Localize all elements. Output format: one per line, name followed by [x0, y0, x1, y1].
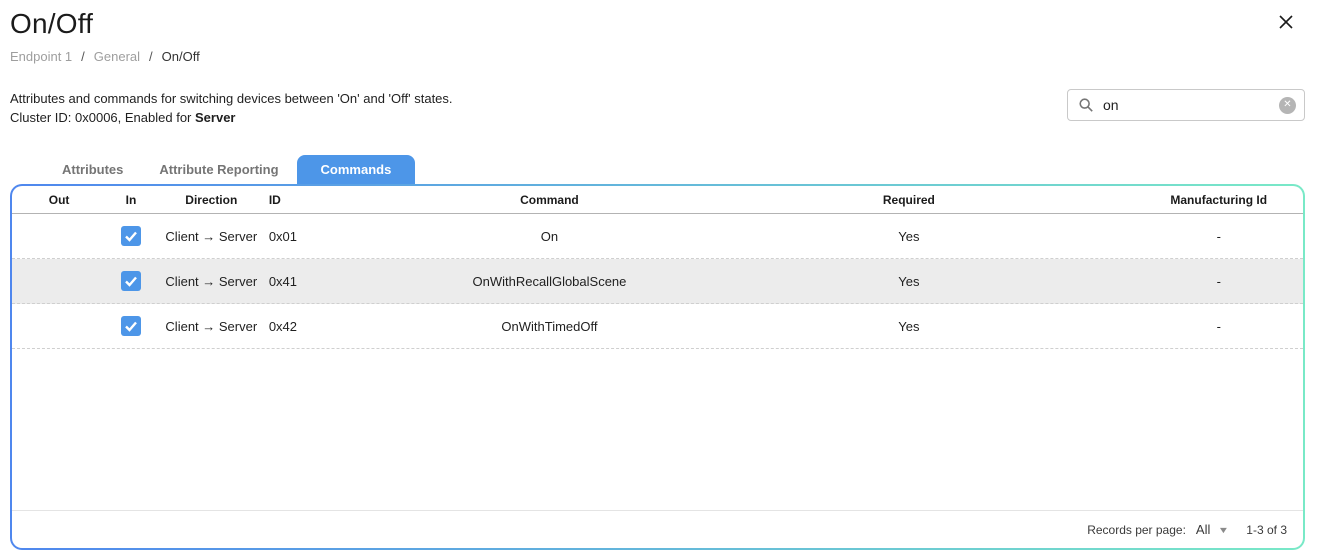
out-cell: [12, 259, 106, 303]
search-icon: [1078, 97, 1094, 113]
required-cell: Yes: [683, 214, 1134, 258]
table-body: Client → Server 0x01 On Yes - Client → S…: [12, 214, 1303, 349]
records-per-page-value: All: [1196, 522, 1210, 537]
breadcrumb-general[interactable]: General: [94, 49, 140, 64]
tab-attributes[interactable]: Attributes: [44, 155, 141, 184]
command-name-cell: OnWithTimedOff: [416, 304, 684, 348]
tab-commands[interactable]: Commands: [297, 155, 416, 184]
direction-cell: Client → Server: [156, 304, 267, 348]
out-cell: [12, 214, 106, 258]
commands-table: Out In Direction ID Command Required Man…: [12, 186, 1303, 548]
tab-attribute-reporting[interactable]: Attribute Reporting: [141, 155, 296, 184]
required-cell: Yes: [683, 259, 1134, 303]
cluster-enabled-role: Server: [195, 110, 235, 125]
table-header-row: Out In Direction ID Command Required Man…: [12, 186, 1303, 214]
manufacturing-id-cell: -: [1134, 259, 1303, 303]
in-cell: [106, 304, 156, 348]
in-cell: [106, 259, 156, 303]
clear-search-icon[interactable]: ✕: [1279, 97, 1296, 114]
breadcrumb: Endpoint 1 / General / On/Off: [10, 49, 1305, 64]
command-name-cell: OnWithRecallGlobalScene: [416, 259, 684, 303]
breadcrumb-separator: /: [81, 49, 85, 64]
pagination-range: 1-3 of 3: [1246, 523, 1287, 537]
in-checkbox[interactable]: [121, 226, 141, 246]
command-id-cell: 0x42: [267, 304, 416, 348]
column-header-direction: Direction: [156, 186, 267, 213]
in-checkbox[interactable]: [121, 271, 141, 291]
command-id-cell: 0x41: [267, 259, 416, 303]
table-row: Client → Server 0x01 On Yes -: [12, 214, 1303, 259]
command-name-cell: On: [416, 214, 684, 258]
table-row: Client → Server 0x42 OnWithTimedOff Yes …: [12, 304, 1303, 349]
table-empty-space: [12, 349, 1303, 510]
out-cell: [12, 304, 106, 348]
direction-cell: Client → Server: [156, 259, 267, 303]
manufacturing-id-cell: -: [1134, 214, 1303, 258]
breadcrumb-current: On/Off: [162, 49, 200, 64]
column-header-out: Out: [12, 186, 106, 213]
table-row: Client → Server 0x41 OnWithRecallGlobalS…: [12, 259, 1303, 304]
search-box[interactable]: ✕: [1067, 89, 1305, 121]
check-icon: [124, 274, 138, 288]
page-title: On/Off: [10, 8, 1305, 40]
column-header-manufacturing-id: Manufacturing Id: [1134, 186, 1303, 213]
direction-cell: Client → Server: [156, 214, 267, 258]
cluster-config-page: On/Off Endpoint 1 / General / On/Off Att…: [0, 0, 1318, 558]
column-header-id: ID: [267, 186, 416, 213]
commands-table-container: Out In Direction ID Command Required Man…: [10, 184, 1305, 550]
cluster-description: Attributes and commands for switching de…: [10, 89, 453, 127]
close-icon: [1278, 14, 1294, 30]
in-cell: [106, 214, 156, 258]
info-row: Attributes and commands for switching de…: [10, 89, 1305, 127]
manufacturing-id-cell: -: [1134, 304, 1303, 348]
in-checkbox[interactable]: [121, 316, 141, 336]
column-header-in: In: [106, 186, 156, 213]
cluster-description-line2: Cluster ID: 0x0006, Enabled for Server: [10, 108, 453, 127]
close-button[interactable]: [1276, 12, 1296, 32]
required-cell: Yes: [683, 304, 1134, 348]
tab-bar: Attributes Attribute Reporting Commands: [10, 154, 1305, 184]
column-header-required: Required: [683, 186, 1134, 213]
command-id-cell: 0x01: [267, 214, 416, 258]
search-input[interactable]: [1103, 97, 1279, 113]
breadcrumb-separator: /: [149, 49, 153, 64]
check-icon: [124, 229, 138, 243]
records-per-page-select[interactable]: All ▼: [1196, 522, 1228, 537]
check-icon: [124, 319, 138, 333]
cluster-description-line1: Attributes and commands for switching de…: [10, 89, 453, 108]
records-per-page-label: Records per page:: [1087, 523, 1186, 537]
column-header-command: Command: [416, 186, 684, 213]
pagination-bar: Records per page: All ▼ 1-3 of 3: [12, 510, 1303, 548]
dropdown-caret-icon: ▼: [1218, 525, 1230, 535]
breadcrumb-endpoint[interactable]: Endpoint 1: [10, 49, 72, 64]
